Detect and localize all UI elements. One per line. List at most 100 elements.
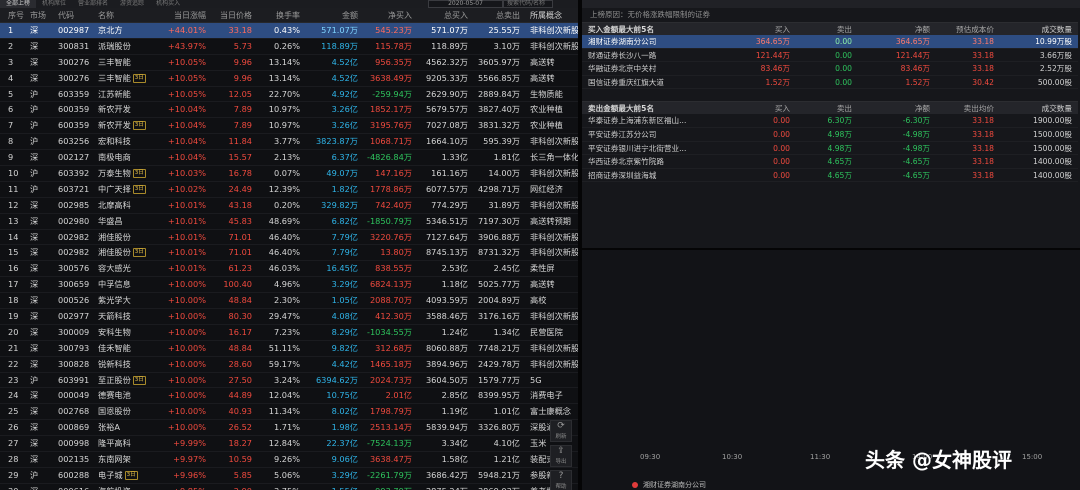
tab-hot-money[interactable]: 游资追踪 [114,0,150,8]
watermark: 头条 @女神股评 [865,448,1012,472]
row-name: 海航投资 [92,484,152,490]
table-row[interactable]: 30深000616海航投资+9.85%2.903.75%1.55亿-993.79… [0,484,578,490]
table-row[interactable]: 1 深 002987 京北方 +44.01% 33.18 0.43% 571.07万 545.2… [0,23,578,39]
row-name: 天箭科技 [98,311,131,322]
table-row[interactable]: 12 深 002985 北摩高科 +10.01% 43.18 0.20% 329.82万 742… [0,198,578,214]
tab-institution[interactable]: 机构席位 [36,0,72,8]
table-row[interactable]: 27 深 000998 隆平高科 +9.99% 18.27 12.84% 22.37亿 -752… [0,436,578,453]
row-code: 300009 [58,326,90,337]
col-code[interactable]: 代码 [54,8,92,22]
row-code: 603392 [58,168,90,179]
table-row[interactable]: 15 深 002982 湘佳股份 3日 +10.01% 71.01 46.40% 7.79亿 13… [0,245,578,262]
broker-sell: 0.00 [835,77,852,87]
row-price: 10.59 [228,454,252,465]
row-code: 603991 [58,374,90,385]
table-row[interactable]: 13 深 002980 华盛昌 +10.01% 45.83 48.69% 6.82亿 -1850… [0,214,578,230]
col-market[interactable]: 市场 [26,8,54,22]
col-change[interactable]: 当日涨幅 [152,8,208,22]
table-row[interactable]: 2 深 300831 派瑞股份 +43.97% 5.73 0.26% 118.89万 115.7… [0,39,578,55]
table-row[interactable]: 4 深 300276 三丰智能 3日 +10.05% 9.96 13.14% 4.52亿 3638… [0,71,578,87]
row-net-buy: 3195.76万 [369,120,412,131]
col-index[interactable]: 序号 [0,8,26,22]
row-total-buy: 3588.46万 [425,311,468,322]
table-row[interactable]: 28 深 002135 东南网架 +9.97% 10.59 9.26% 9.06亿 3638.4… [0,452,578,468]
row-net-buy: 312.68万 [375,342,412,353]
row-total-buy: 161.16万 [431,168,468,179]
broker-row[interactable]: 华融证券北京中关村 83.46万 0.00 83.46万 33.18 2.52万股 [582,62,1078,76]
table-row[interactable]: 20 深 300009 安科生物 +10.00% 16.17 7.23% 8.29亿 -1034… [0,325,578,341]
tab-inst-buy[interactable]: 机构买入 [150,0,186,8]
col-amount[interactable]: 金额 [302,8,360,22]
table-row[interactable]: 19 深 002977 天箭科技 +10.00% 80.30 29.47% 4.08亿 412.… [0,309,578,325]
row-price: 5.73 [233,40,252,51]
col-net-buy[interactable]: 净买入 [360,8,414,22]
table-row[interactable]: 17 深 300659 中孚信息 +10.00% 100.40 4.96% 3.29亿 6824… [0,277,578,294]
row-name: 京北方 [98,25,123,35]
row-price: 12.05 [228,88,252,99]
row-market: 深 [30,215,39,226]
broker-row[interactable]: 国信证券重庆红旗大道 1.52万 0.00 1.52万 30.42 500.00股 [582,76,1078,90]
export-button[interactable]: ⇪ 导出 [550,445,572,467]
row-name: 南极电商 [98,152,131,163]
broker-row[interactable]: 华西证券北京紫竹院路 0.00 4.65万 -4.65万 33.18 1400.00股 [582,155,1078,169]
row-turnover: 13.14% [268,56,300,67]
col-turnover[interactable]: 换手率 [254,8,302,22]
col-concept[interactable]: 所属概念 [522,8,578,22]
table-row[interactable]: 22 深 300828 锐新科技 +10.00% 28.60 59.17% 4.42亿 1465… [0,357,578,373]
broker-name: 华融证券北京中关村 [588,64,657,74]
broker-sell: 6.30万 [827,116,852,126]
help-button[interactable]: ? 帮助 [550,470,572,490]
table-row[interactable]: 29 沪 600288 电子城 3日 +9.96% 5.85 5.06% 3.29亿 -2261.… [0,468,578,484]
row-price: 33.18 [228,25,252,35]
table-row[interactable]: 26 深 000869 张裕A +10.00% 26.52 1.71% 1.98亿 2513.1… [0,420,578,437]
table-row[interactable]: 9 深 002127 南极电商 +10.04% 15.57 2.13% 6.37亿 -4826.… [0,150,578,167]
table-row[interactable]: 7 沪 600359 新农开发 3日 +10.04% 7.89 10.97% 3.26亿 3195… [0,118,578,135]
row-market: 沪 [30,88,39,99]
broker-buy: 0.00 [773,116,790,126]
row-total-sell: 5025.77万 [477,279,520,290]
table-row[interactable]: 11 沪 603721 中广天择 3日 +10.02% 24.49 12.39% 1.82亿 17… [0,182,578,198]
table-row[interactable]: 8 沪 603256 宏和科技 +10.04% 11.84 3.77% 3823.87万 106… [0,134,578,151]
broker-row[interactable]: 平安证券江苏分公司 0.00 4.98万 -4.98万 33.18 1500.00股 [582,128,1078,142]
broker-row[interactable]: 招商证券深圳益海城 0.00 4.65万 -4.65万 33.18 1400.00股 [582,169,1078,183]
tab-branch[interactable]: 营业部排名 [72,0,114,8]
row-total-buy: 7127.64万 [425,231,468,242]
row-concept: 非科创次新股 [530,40,578,51]
col-total-sell[interactable]: 总卖出 [470,8,522,22]
table-row[interactable]: 23 沪 603991 至正股份 3日 +10.00% 27.50 3.24% 6394.62万… [0,373,578,389]
table-row[interactable]: 18 深 000526 紫光学大 +10.00% 48.84 2.30% 1.05亿 2088.… [0,293,578,310]
table-row[interactable]: 5 沪 603359 江苏新能 +10.05% 12.05 22.70% 4.92亿 -259.… [0,87,578,103]
col-name[interactable]: 名称 [92,8,152,22]
table-row[interactable]: 3 深 300276 三丰智能 +10.05% 9.96 13.14% 4.52亿 956.35… [0,55,578,71]
broker-row[interactable]: 财通证券长沙八一路 121.44万 0.00 121.44万 33.18 3.66万股 [582,49,1078,63]
broker-price: 33.18 [972,170,994,180]
table-row[interactable]: 25 深 002768 国恩股份 +10.00% 40.93 11.34% 8.02亿 1798… [0,404,578,421]
search-input[interactable]: 搜索代码/名称 [503,0,553,8]
row-total-buy: 1664.10万 [425,136,468,147]
row-code: 002980 [58,215,90,226]
broker-row[interactable]: 平安证券银川进宁北街营业... 0.00 4.98万 -4.98万 33.18 1500.… [582,142,1078,156]
table-row[interactable]: 10 沪 603392 万泰生物 3日 +10.03% 16.78 0.07% 49.07万 14… [0,166,578,182]
broker-row[interactable]: 华泰证券上海浦东新区福山... 0.00 6.30万 -6.30万 33.18 1900.… [582,114,1078,128]
row-total-buy: 118.89万 [431,40,468,51]
table-row[interactable]: 6 沪 600359 新农开发 +10.04% 7.89 10.97% 3.26亿 1852.1… [0,102,578,119]
refresh-button[interactable]: ⟳ 刷新 [550,420,572,442]
row-net-buy: 1465.18万 [369,358,412,369]
row-concept: 高送转 [530,279,555,290]
row-index: 2 [8,40,14,51]
table-row[interactable]: 21 深 300793 佳禾智能 +10.00% 48.84 51.11% 9.82亿 312.… [0,341,578,357]
row-name: 容大感光 [98,263,131,274]
col-total-buy[interactable]: 总买入 [414,8,470,22]
row-total-sell: 4298.71万 [477,183,520,194]
broker-buy: 0.00 [773,157,790,167]
row-net-buy: -259.94万 [372,88,412,99]
date-picker[interactable]: 2020-05-07 [428,0,503,8]
table-row[interactable]: 14 深 002982 湘佳股份 +10.01% 71.01 46.40% 7.79亿 3220… [0,230,578,246]
table-row[interactable]: 16 深 300576 容大感光 +10.01% 61.23 46.03% 16.45亿 838… [0,261,578,278]
tab-all[interactable]: 全部上榜 [0,0,37,8]
table-row[interactable]: 24 深 000049 德赛电池 +10.00% 44.89 12.04% 10.75亿 2.0… [0,388,578,405]
broker-row[interactable]: 湘财证券湖南分公司 364.65万 0.00 364.65万 33.18 10.99万股 [582,35,1078,49]
row-name: 德赛电池 [98,390,131,401]
row-change: +10.00% [167,326,206,337]
col-price[interactable]: 当日价格 [208,8,254,22]
